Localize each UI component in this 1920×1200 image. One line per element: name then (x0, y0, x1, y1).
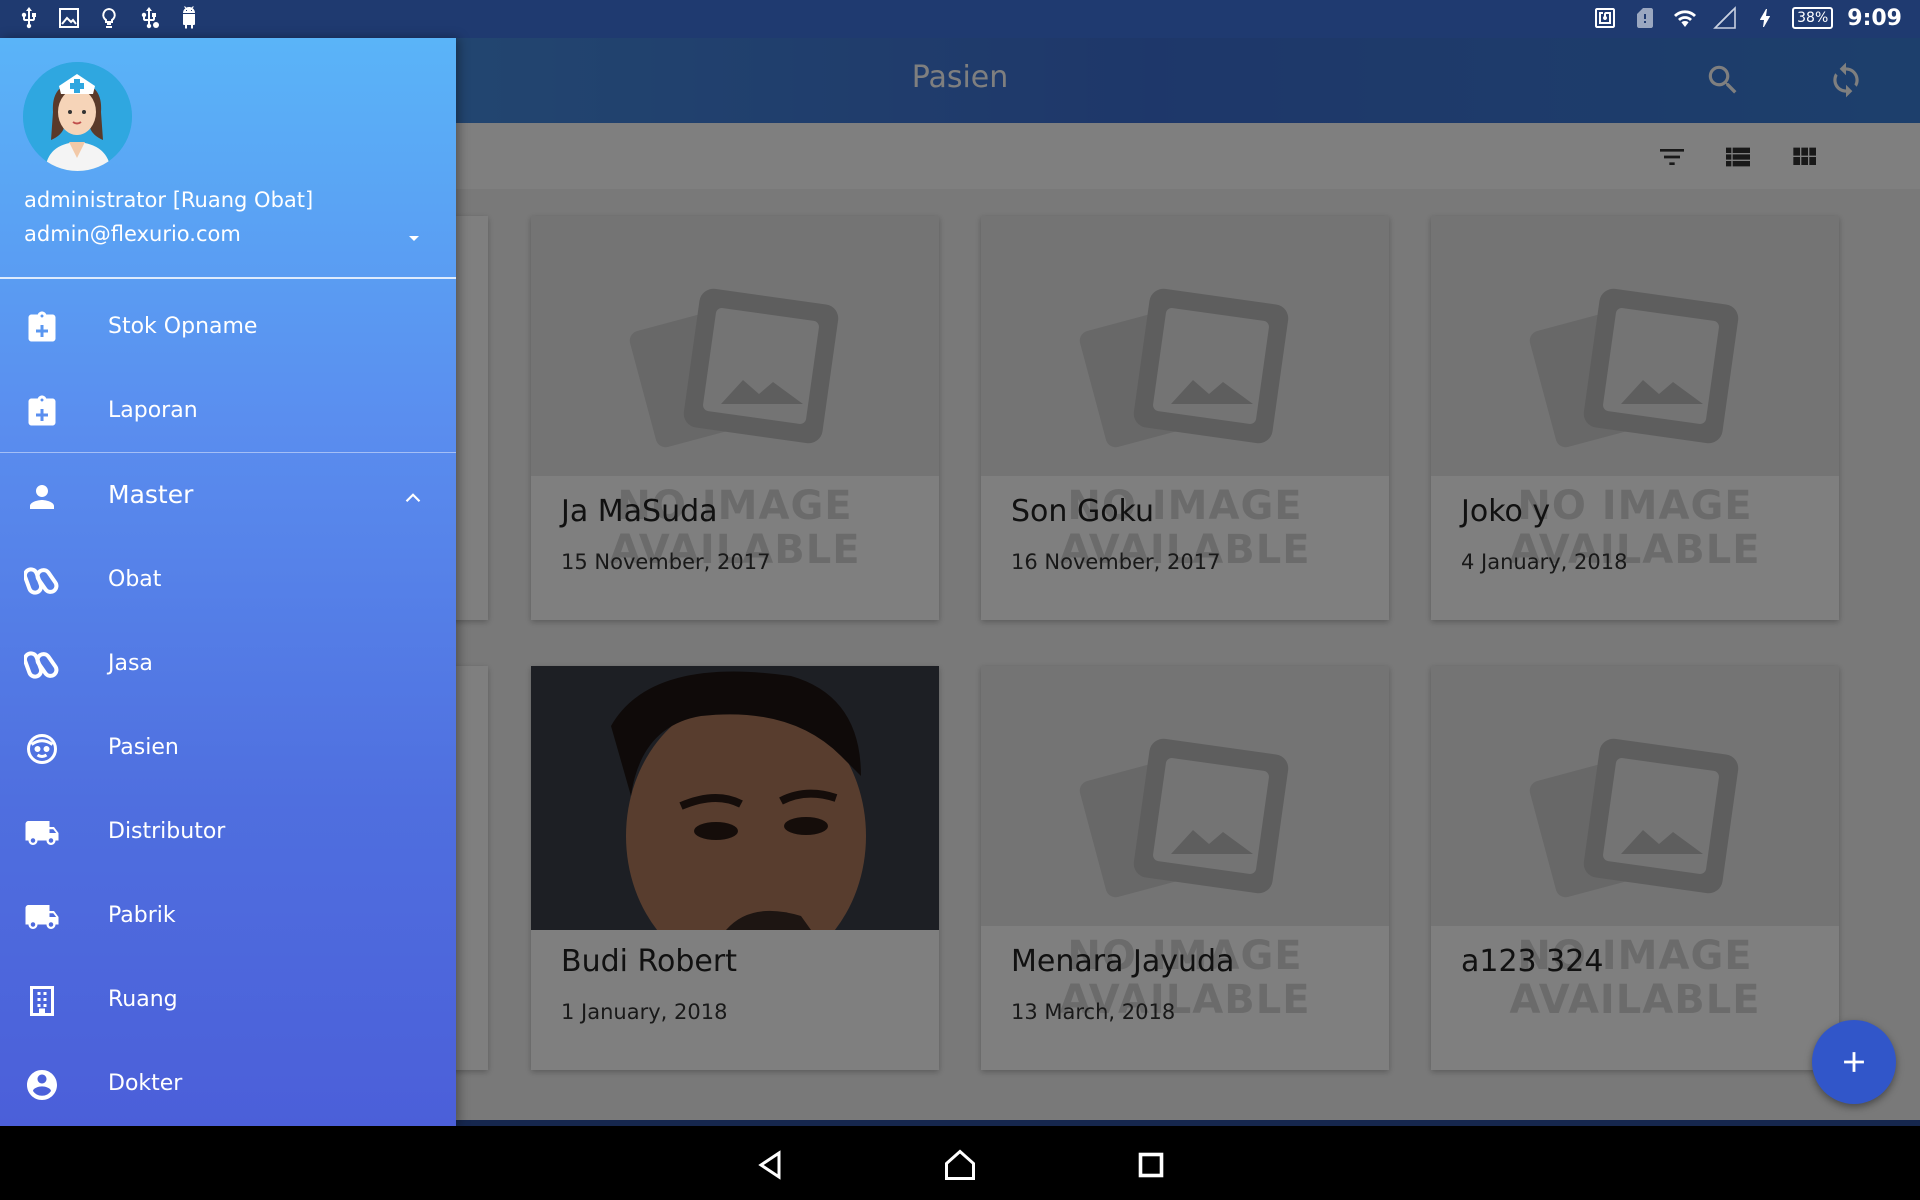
drawer-item-distributor[interactable]: Distributor (0, 791, 456, 875)
android-icon (176, 4, 202, 32)
clipboard-plus-icon (24, 392, 60, 432)
drawer-item-label: Stok Opname (108, 314, 258, 339)
add-patient-button[interactable] (1812, 1020, 1896, 1104)
drawer-item-dokter[interactable]: Dokter (0, 1043, 456, 1127)
battery-level: 38% (1792, 7, 1834, 29)
drawer-item-pabrik[interactable]: Pabrik (0, 875, 456, 959)
nfc-icon (1592, 4, 1618, 32)
clock: 9:09 (1847, 5, 1902, 31)
back-icon (758, 1150, 781, 1180)
signal-icon (1712, 4, 1738, 32)
sim-alert-icon (1632, 4, 1658, 32)
drawer-item-label: Ruang (108, 987, 178, 1012)
drawer-item-stok-opname[interactable]: Stok Opname (0, 286, 456, 370)
home-button[interactable] (937, 1142, 983, 1188)
chevron-up-icon[interactable] (400, 485, 426, 511)
home-icon (945, 1149, 975, 1180)
navigation-drawer: administrator [Ruang Obat] admin@flexuri… (0, 38, 456, 1126)
back-button[interactable] (747, 1142, 793, 1188)
building-icon (24, 981, 60, 1021)
drawer-item-label: Jasa (108, 651, 153, 676)
system-nav-bar (0, 1126, 1920, 1200)
person-icon (24, 477, 60, 517)
truck-icon (24, 897, 60, 937)
drawer-header: administrator [Ruang Obat] admin@flexuri… (0, 38, 456, 279)
drawer-item-laporan[interactable]: Laporan (0, 370, 456, 454)
pills-icon (24, 561, 60, 601)
drawer-item-ruang[interactable]: Ruang (0, 959, 456, 1043)
user-name: administrator [Ruang Obat] (24, 188, 314, 212)
drawer-item-obat[interactable]: Obat (0, 539, 456, 623)
nurse-avatar-icon (23, 62, 132, 171)
drawer-item-label: Laporan (108, 398, 198, 423)
wifi-icon (1672, 4, 1698, 32)
account-switcher-button[interactable] (402, 226, 426, 250)
face-icon (24, 729, 60, 769)
drawer-item-label: Master (108, 480, 194, 509)
recents-icon (1138, 1152, 1164, 1178)
pills-icon (24, 645, 60, 685)
clipboard-plus-icon (24, 308, 60, 348)
caret-down-icon (409, 236, 419, 241)
drawer-item-label: Pabrik (108, 903, 176, 928)
image-icon (56, 4, 82, 32)
truck-icon (24, 813, 60, 853)
drawer-divider (0, 452, 456, 453)
drawer-item-label: Pasien (108, 735, 179, 760)
bulb-icon (96, 4, 122, 32)
plus-icon (1844, 1052, 1864, 1072)
drawer-item-master[interactable]: Master (0, 455, 456, 539)
drawer-item-pasien[interactable]: Pasien (0, 707, 456, 791)
drawer-item-label: Obat (108, 567, 162, 592)
drawer-item-label: Dokter (108, 1071, 183, 1096)
avatar[interactable] (23, 62, 132, 171)
recents-button[interactable] (1128, 1142, 1174, 1188)
usb-icon (16, 4, 42, 32)
drawer-item-label: Distributor (108, 819, 226, 844)
account-circle-icon (24, 1065, 60, 1105)
status-bar: 38% 9:09 (0, 0, 1920, 38)
user-email: admin@flexurio.com (24, 222, 241, 246)
usb-debug-icon (136, 4, 162, 32)
charging-icon (1752, 4, 1778, 32)
drawer-item-jasa[interactable]: Jasa (0, 623, 456, 707)
